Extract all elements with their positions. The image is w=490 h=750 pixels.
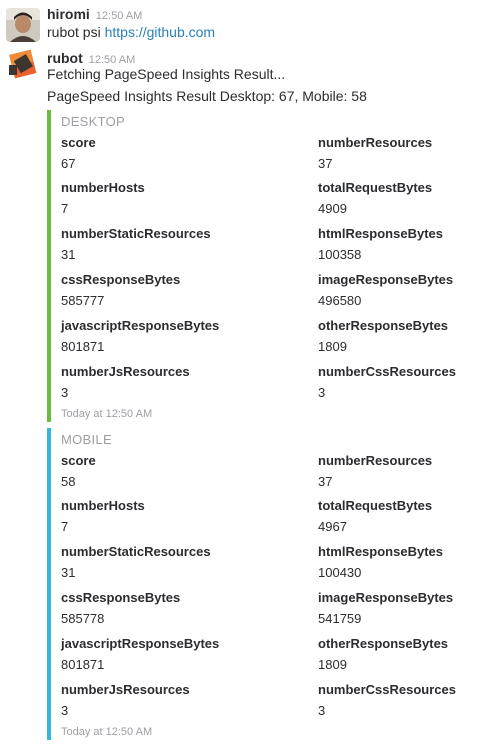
field: numberStaticResources 31 [61, 226, 261, 262]
field-value: 585778 [61, 611, 105, 626]
field: cssResponseBytes 585777 [61, 272, 261, 308]
bot-avatar[interactable] [6, 48, 40, 82]
field-label: numberJsResources [61, 682, 190, 697]
field-value: 37 [318, 156, 333, 171]
field-label: numberCssResources [318, 364, 456, 379]
field-value: 4967 [318, 519, 347, 534]
message-link[interactable]: https://github.com [105, 24, 216, 40]
field-value: 7 [61, 201, 69, 216]
field-label: numberStaticResources [61, 544, 211, 559]
attachment-mobile: MOBILE score 58 numberResources 37 numbe… [47, 428, 481, 740]
field: otherResponseBytes 1809 [318, 318, 490, 354]
field: totalRequestBytes 4967 [318, 498, 490, 534]
field: numberHosts 7 [61, 180, 261, 216]
field-value: 58 [61, 474, 76, 489]
field-label: otherResponseBytes [318, 636, 449, 651]
field: numberJsResources 3 [61, 364, 261, 400]
field-value: 3 [61, 385, 69, 400]
field-label: numberJsResources [61, 364, 190, 379]
username[interactable]: hiromi [47, 6, 90, 22]
field-label: totalRequestBytes [318, 498, 433, 513]
field-value: 541759 [318, 611, 362, 626]
field: totalRequestBytes 4909 [318, 180, 490, 216]
attachment-title: DESKTOP [61, 114, 125, 129]
field: otherResponseBytes 1809 [318, 636, 490, 672]
field-label: totalRequestBytes [318, 180, 433, 195]
field: numberResources 37 [318, 135, 490, 171]
attachment-desktop: DESKTOP score 67 numberResources 37 numb… [47, 110, 481, 422]
field: numberCssResources 3 [318, 364, 490, 400]
field: numberHosts 7 [61, 498, 261, 534]
field-value: 31 [61, 565, 76, 580]
attachment-footer[interactable]: Today at 12:50 AM [61, 726, 152, 738]
field-label: htmlResponseBytes [318, 544, 443, 559]
field: numberJsResources 3 [61, 682, 261, 718]
avatar[interactable] [6, 8, 40, 42]
field-label: score [61, 453, 96, 468]
field-label: cssResponseBytes [61, 272, 181, 287]
field-value: 3 [61, 703, 69, 718]
field: cssResponseBytes 585778 [61, 590, 261, 626]
timestamp[interactable]: 12:50 AM [89, 54, 135, 66]
field: imageResponseBytes 541759 [318, 590, 490, 626]
field-label: numberCssResources [318, 682, 456, 697]
field-value: 585777 [61, 293, 105, 308]
field: score 67 [61, 135, 261, 171]
field-value: 100358 [318, 247, 362, 262]
field: numberStaticResources 31 [61, 544, 261, 580]
message-text: rubot psi https://github.com [47, 24, 215, 40]
field: htmlResponseBytes 100430 [318, 544, 490, 580]
field: numberCssResources 3 [318, 682, 490, 718]
timestamp[interactable]: 12:50 AM [96, 10, 142, 22]
field-label: numberResources [318, 135, 433, 150]
field-label: javascriptResponseBytes [61, 636, 220, 651]
field-value: 37 [318, 474, 333, 489]
field-value: 67 [61, 156, 76, 171]
message-line-result: PageSpeed Insights Result Desktop: 67, M… [47, 88, 367, 104]
field-label: imageResponseBytes [318, 272, 454, 287]
field-value: 7 [61, 519, 69, 534]
attachment-title: MOBILE [61, 432, 112, 447]
bot-username[interactable]: rubot [47, 50, 83, 66]
field-label: numberStaticResources [61, 226, 211, 241]
field-value: 3 [318, 703, 326, 718]
field: imageResponseBytes 496580 [318, 272, 490, 308]
field-value: 496580 [318, 293, 362, 308]
field-value: 100430 [318, 565, 362, 580]
field: numberResources 37 [318, 453, 490, 489]
field-value: 3 [318, 385, 326, 400]
field-label: javascriptResponseBytes [61, 318, 220, 333]
field-value: 31 [61, 247, 76, 262]
field-label: cssResponseBytes [61, 590, 181, 605]
message-line-fetching: Fetching PageSpeed Insights Result... [47, 66, 286, 82]
field-label: numberHosts [61, 180, 145, 195]
message-header: hiromi 12:50 AM [47, 6, 142, 24]
field-value: 1809 [318, 339, 347, 354]
field-label: htmlResponseBytes [318, 226, 443, 241]
field-label: score [61, 135, 96, 150]
message-text-prefix: rubot psi [47, 24, 105, 40]
field-value: 4909 [318, 201, 347, 216]
field-value: 801871 [61, 657, 105, 672]
field: htmlResponseBytes 100358 [318, 226, 490, 262]
field: score 58 [61, 453, 261, 489]
field-label: numberHosts [61, 498, 145, 513]
message-hiromi: hiromi 12:50 AM rubot psi https://github.… [0, 6, 490, 46]
field-value: 1809 [318, 657, 347, 672]
field: javascriptResponseBytes 801871 [61, 318, 261, 354]
field-value: 801871 [61, 339, 105, 354]
field-label: otherResponseBytes [318, 318, 449, 333]
field-label: imageResponseBytes [318, 590, 454, 605]
field-label: numberResources [318, 453, 433, 468]
attachment-footer[interactable]: Today at 12:50 AM [61, 408, 152, 420]
field: javascriptResponseBytes 801871 [61, 636, 261, 672]
